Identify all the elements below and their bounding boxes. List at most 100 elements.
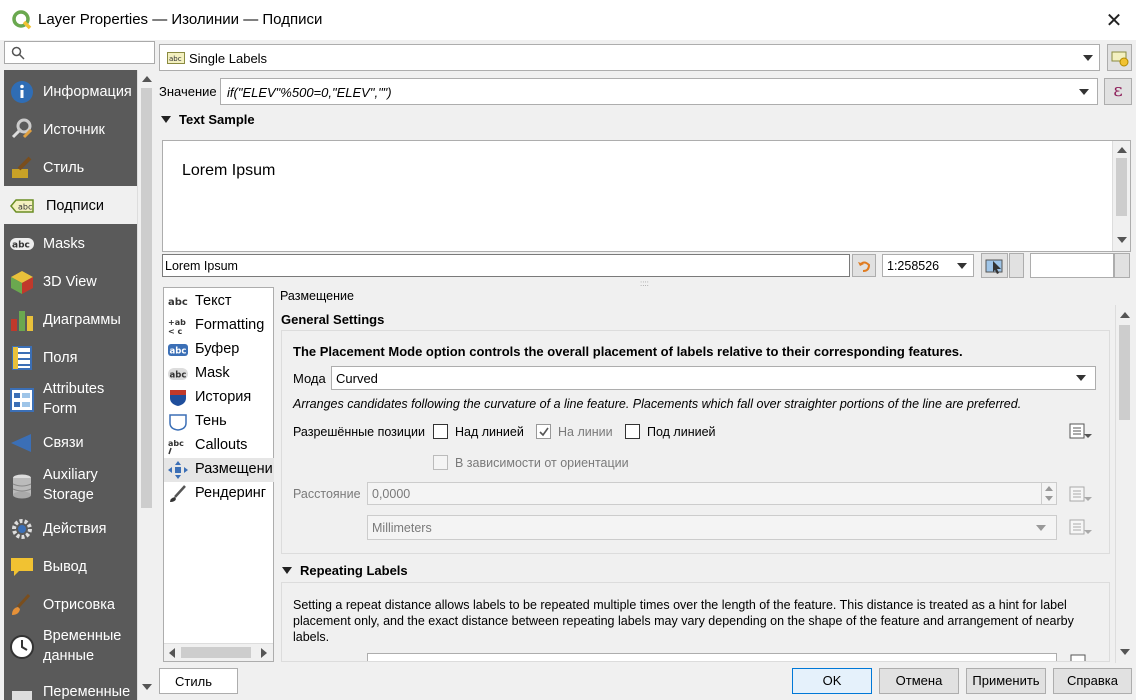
scale-select[interactable]: 1:258526	[882, 254, 974, 277]
sidebar-item-label: Информация	[43, 84, 132, 100]
on-line-checkbox[interactable]	[536, 424, 551, 439]
scroll-down-icon[interactable]	[142, 684, 152, 690]
spin-down-icon[interactable]	[1045, 496, 1053, 501]
apply-button[interactable]: Применить	[966, 668, 1046, 694]
scroll-up-icon[interactable]	[142, 76, 152, 82]
paintbrush-icon	[12, 593, 31, 615]
tabs-horizontal-scrollbar[interactable]	[164, 643, 273, 661]
ok-button[interactable]: OK	[792, 668, 872, 694]
expression-builder-icon[interactable]: ε	[1104, 78, 1132, 105]
below-line-checkbox[interactable]	[625, 424, 640, 439]
sidebar-item-auxiliary-storage[interactable]: Auxiliary Storage	[4, 462, 137, 508]
mask-icon: abc	[168, 368, 188, 381]
sidebar-item-label: Auxiliary Storage	[43, 467, 98, 503]
chevron-down-icon	[1083, 54, 1093, 61]
sidebar-item-label: Поля	[43, 350, 78, 366]
scroll-right-icon[interactable]	[261, 648, 267, 658]
tab-placement[interactable]: Размещени	[164, 458, 274, 482]
orientation-checkbox[interactable]	[433, 455, 448, 470]
scroll-down-icon[interactable]	[1120, 649, 1130, 655]
preview-color-swatch[interactable]	[1030, 253, 1114, 278]
sidebar-item-label: Переменные	[43, 684, 131, 700]
allowed-positions-label: Разрешённые позиции	[293, 425, 425, 439]
reset-sample-button[interactable]	[852, 254, 876, 277]
scroll-up-icon[interactable]	[1120, 312, 1130, 318]
sidebar-item-3d-view[interactable]: 3D View	[4, 262, 137, 300]
scroll-thumb[interactable]	[1119, 325, 1130, 420]
scroll-thumb[interactable]	[181, 647, 251, 658]
sidebar-item-diagrams[interactable]: Диаграммы	[4, 300, 137, 338]
help-button[interactable]: Справка	[1053, 668, 1132, 694]
sidebar-item-display[interactable]: Вывод	[4, 547, 137, 585]
cancel-button[interactable]: Отмена	[879, 668, 959, 694]
sidebar-item-source[interactable]: Источник	[4, 110, 137, 148]
style-button-label: Стиль	[175, 674, 212, 689]
close-icon[interactable]: ✕	[1100, 8, 1128, 34]
sample-text-input[interactable]: Lorem Ipsum	[162, 254, 850, 277]
below-line-label: Под линией	[647, 425, 716, 439]
scroll-down-icon[interactable]	[1117, 237, 1127, 243]
data-defined-override-icon[interactable]	[1069, 653, 1093, 662]
callouts-icon: abc	[168, 439, 184, 455]
tab-label: История	[195, 389, 252, 405]
tab-shadow[interactable]: Тень	[168, 410, 276, 434]
rule-settings-button[interactable]	[1107, 44, 1132, 71]
tab-label: Буфер	[195, 341, 240, 357]
above-line-checkbox[interactable]	[433, 424, 448, 439]
spin-up-icon[interactable]	[1045, 486, 1053, 491]
scroll-thumb[interactable]	[1116, 158, 1127, 216]
sidebar-item-label: Источник	[43, 122, 105, 138]
svg-text:< c: < c	[168, 327, 182, 335]
spin-buttons[interactable]	[1041, 483, 1056, 504]
sidebar-item-temporal[interactable]: Временные данные	[4, 623, 137, 669]
style-menu-button[interactable]: Стиль	[159, 668, 238, 694]
labeling-mode-select[interactable]: abc Single Labels	[159, 44, 1100, 71]
sidebar-item-joins[interactable]: Связи	[4, 423, 137, 461]
tab-callouts[interactable]: abc Callouts	[168, 434, 276, 458]
tab-background[interactable]: История	[168, 386, 276, 410]
sidebar-item-rendering[interactable]: Отрисовка	[4, 585, 137, 623]
value-expression-input[interactable]: if("ELEV"%500=0,"ELEV","")	[220, 78, 1098, 105]
background-color-button[interactable]	[981, 253, 1008, 278]
background-menu-button[interactable]	[1009, 253, 1024, 278]
preview-color-menu[interactable]	[1114, 253, 1130, 278]
chevron-down-icon	[1036, 524, 1046, 531]
scroll-up-icon[interactable]	[1117, 147, 1127, 153]
placement-mode-select[interactable]: Curved	[331, 366, 1096, 390]
preview-scrollbar[interactable]	[1112, 141, 1130, 251]
sidebar-item-fields[interactable]: Поля	[4, 338, 137, 376]
distance-spinbox[interactable]: 0,0000	[367, 482, 1057, 505]
sidebar-item-style[interactable]: Стиль	[4, 148, 137, 186]
sidebar-item-labels[interactable]: abc Подписи	[4, 186, 137, 224]
sidebar-item-label: Вывод	[43, 559, 87, 575]
distance-unit-select[interactable]: Millimeters	[367, 515, 1057, 540]
sidebar-item-masks[interactable]: abc Masks	[4, 224, 137, 262]
splitter-handle[interactable]: ::::	[640, 279, 649, 288]
repeating-labels-header[interactable]: Repeating Labels	[282, 563, 408, 578]
tab-buffer[interactable]: abc Буфер	[168, 338, 276, 362]
sidebar-item-attributes-form[interactable]: Attributes Form	[4, 376, 137, 422]
sidebar-item-info[interactable]: Информация	[4, 72, 137, 110]
sidebar-item-variables[interactable]: Переменные	[4, 678, 137, 700]
tab-text[interactable]: abc Текст	[168, 290, 276, 314]
svg-text:+ab: +ab	[168, 318, 186, 327]
tab-rendering[interactable]: Рендеринг	[168, 482, 276, 506]
repeat-distance-input[interactable]	[367, 653, 1057, 661]
scroll-thumb[interactable]	[141, 88, 152, 508]
sidebar-search-input[interactable]	[4, 41, 155, 64]
data-defined-override-icon[interactable]	[1068, 518, 1092, 536]
placement-scrollbar[interactable]	[1115, 305, 1133, 663]
tab-mask[interactable]: abc Mask	[168, 362, 276, 386]
scroll-left-icon[interactable]	[169, 648, 175, 658]
chevron-down-icon	[957, 262, 967, 269]
sidebar-item-actions[interactable]: Действия	[4, 509, 137, 547]
data-defined-override-icon[interactable]	[1068, 485, 1092, 503]
data-defined-override-icon[interactable]	[1068, 422, 1092, 440]
formatting-icon: +ab< c	[168, 318, 186, 335]
text-sample-header[interactable]: Text Sample	[161, 112, 255, 127]
sidebar-item-label: Стиль	[43, 160, 85, 176]
tab-label: Callouts	[195, 437, 248, 453]
title-bar: Layer Properties — Изолинии — Подписи ✕	[0, 0, 1136, 40]
tab-formatting[interactable]: +ab < c Formatting	[168, 314, 276, 338]
sidebar-scrollbar[interactable]	[137, 70, 155, 700]
